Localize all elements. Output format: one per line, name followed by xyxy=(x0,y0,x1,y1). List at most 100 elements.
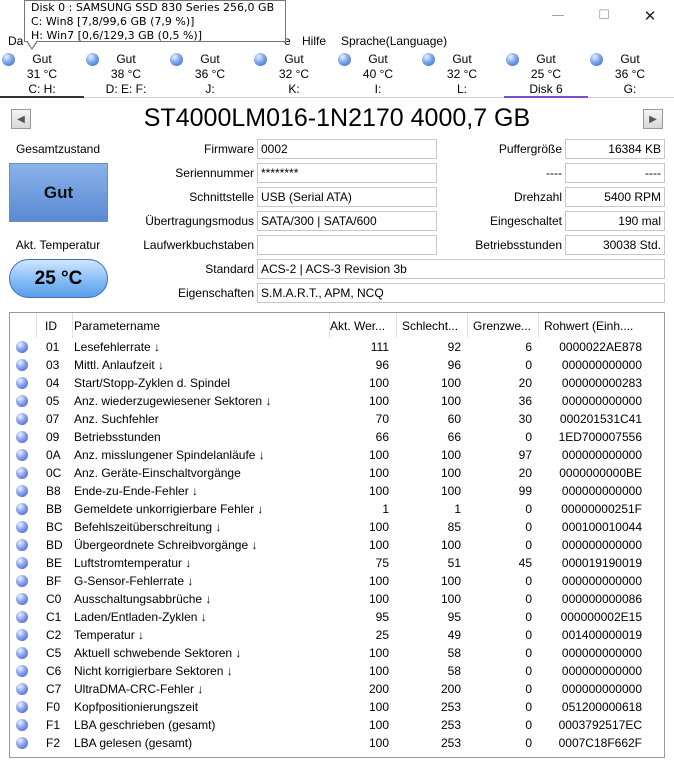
arrow-left-icon[interactable]: ◀ xyxy=(11,109,31,129)
attribute-threshold: 97 xyxy=(518,448,532,462)
attribute-raw-value: 000000000000 xyxy=(561,394,642,408)
attribute-threshold: 36 xyxy=(518,394,532,408)
table-row[interactable]: BF G-Sensor-Fehlerrate ↓ 100 100 0 0000000000… xyxy=(10,572,664,590)
threshold-column-header[interactable]: Grenzwe... xyxy=(468,313,539,338)
current-column-header[interactable]: Akt. Wer... xyxy=(325,313,397,338)
attribute-raw-value: 000000000000 xyxy=(561,448,642,462)
disk-temperature: 32 °C xyxy=(446,67,478,81)
disk-tab[interactable]: Gut 31 °C C: H: xyxy=(0,50,84,98)
health-status-button[interactable]: Gut xyxy=(9,163,108,222)
menu-language[interactable]: Sprache(Language) xyxy=(341,34,447,48)
attribute-name: LBA gelesen (gesamt) xyxy=(74,736,193,750)
disk-letters: Disk 6 xyxy=(529,82,563,96)
power-on-count-field: 190 mal xyxy=(565,211,665,231)
table-row[interactable]: 03 Mittl. Anlaufzeit ↓ 96 96 0 000000000000 xyxy=(10,356,664,374)
table-row[interactable]: BB Gemeldete unkorrigierbare Fehler ↓ 1 1 0 0… xyxy=(10,500,664,518)
temperature-value: 25 °C xyxy=(9,259,108,298)
table-row[interactable]: 04 Start/Stopp-Zyklen d. Spindel 100 100 20 0… xyxy=(10,374,664,392)
disk-letters: D: E: F: xyxy=(105,82,147,96)
table-row[interactable]: B8 Ende-zu-Ende-Fehler ↓ 100 100 99 000000000… xyxy=(10,482,664,500)
attribute-worst: 58 xyxy=(447,664,461,678)
status-good-icon xyxy=(16,359,28,371)
attribute-current: 100 xyxy=(368,376,389,390)
attribute-name: Betriebsstunden xyxy=(74,430,161,444)
table-row[interactable]: F0 Kopfpositionierungszeit 100 253 0 05120000… xyxy=(10,698,664,716)
attribute-threshold: 0 xyxy=(525,610,532,624)
table-row[interactable]: 0A Anz. misslungener Spindelanläufe ↓ 100 1… xyxy=(10,446,664,464)
table-row[interactable]: F1 LBA geschrieben (gesamt) 100 253 0 0003792… xyxy=(10,716,664,734)
worst-column-header[interactable]: Schlecht... xyxy=(397,313,468,338)
table-row[interactable]: 01 Lesefehlerrate ↓ 111 92 6 0000022AE878 xyxy=(10,338,664,356)
power-on-hours-label: Betriebsstunden xyxy=(475,238,562,252)
table-row[interactable]: 05 Anz. wiederzugewiesener Sektoren ↓ 100 1… xyxy=(10,392,664,410)
arrow-right-icon[interactable]: ▶ xyxy=(643,109,663,129)
table-row[interactable]: 09 Betriebsstunden 66 66 0 1ED700007556 xyxy=(10,428,664,446)
attribute-current: 100 xyxy=(368,520,389,534)
disk-tab[interactable]: Gut 32 °C L: xyxy=(420,50,504,98)
table-row[interactable]: C7 UltraDMA-CRC-Fehler ↓ 200 200 0 0000000000… xyxy=(10,680,664,698)
status-good-icon xyxy=(16,611,28,623)
attribute-worst: 100 xyxy=(440,538,461,552)
attribute-current: 111 xyxy=(370,340,389,354)
table-row[interactable]: 07 Anz. Suchfehler 70 60 30 000201531C41 xyxy=(10,410,664,428)
disk-tab[interactable]: Gut 32 °C K: xyxy=(252,50,336,98)
disk-tab[interactable]: Gut 36 °C J: xyxy=(168,50,252,98)
disk-letters: J: xyxy=(205,82,215,96)
attribute-id: 0A xyxy=(46,448,61,462)
table-row[interactable]: F2 LBA gelesen (gesamt) 100 253 0 0007C18F662… xyxy=(10,734,664,752)
close-icon[interactable]: ✕ xyxy=(627,0,673,31)
status-good-icon xyxy=(16,503,28,515)
minimize-icon[interactable]: — xyxy=(535,0,581,31)
table-row[interactable]: BE Luftstromtemperatur ↓ 75 51 45 00001919001… xyxy=(10,554,664,572)
attribute-current: 100 xyxy=(368,448,389,462)
attribute-threshold: 0 xyxy=(525,358,532,372)
table-row[interactable]: C6 Nicht korrigierbare Sektoren ↓ 100 58 0 00… xyxy=(10,662,664,680)
attribute-id: C2 xyxy=(46,628,62,642)
attribute-name: UltraDMA-CRC-Fehler ↓ xyxy=(74,682,204,696)
attribute-raw-value: 000000000000 xyxy=(561,664,642,678)
table-row[interactable]: C5 Aktuell schwebende Sektoren ↓ 100 58 0 000… xyxy=(10,644,664,662)
attribute-raw-value: 0000022AE878 xyxy=(559,340,642,354)
table-row[interactable]: 0C Anz. Geräte-Einschaltvorgänge 100 100 20 0… xyxy=(10,464,664,482)
disk-tab[interactable]: Gut 40 °C I: xyxy=(336,50,420,98)
table-row[interactable]: BD Übergeordnete Schreibvorgänge ↓ 100 100 0… xyxy=(10,536,664,554)
name-column-header[interactable]: Parametername xyxy=(69,313,330,338)
attribute-raw-value: 051200000618 xyxy=(561,700,642,714)
maximize-icon[interactable]: ☐ xyxy=(581,0,627,31)
health-status-label: Gesamtzustand xyxy=(15,142,101,156)
attribute-name: Lesefehlerrate ↓ xyxy=(74,340,161,354)
status-good-icon xyxy=(16,593,28,605)
disk-tab[interactable]: Gut 38 °C D: E: F: xyxy=(84,50,168,98)
table-row[interactable]: C1 Laden/Entladen-Zyklen ↓ 95 95 0 000000002E… xyxy=(10,608,664,626)
attribute-name: Laden/Entladen-Zyklen ↓ xyxy=(74,610,207,624)
table-row[interactable]: BC Befehlszeitüberschreitung ↓ 100 85 0 00010… xyxy=(10,518,664,536)
table-row[interactable]: C2 Temperatur ↓ 25 49 0 001400000019 xyxy=(10,626,664,644)
nv-cache-field: ---- xyxy=(565,163,665,183)
attribute-raw-value: 000000000000 xyxy=(561,574,642,588)
rotation-rate-label: Drehzahl xyxy=(513,190,562,204)
attribute-threshold: 0 xyxy=(525,700,532,714)
attribute-current: 100 xyxy=(368,538,389,552)
menu-file[interactable]: Da xyxy=(8,34,23,48)
menu-help[interactable]: Hilfe xyxy=(302,34,326,48)
status-good-icon xyxy=(16,629,28,641)
attribute-worst: 60 xyxy=(447,412,461,426)
attribute-id: 09 xyxy=(46,430,60,444)
power-on-count-label: Eingeschaltet xyxy=(489,214,562,228)
attribute-worst: 100 xyxy=(440,448,461,462)
disk-status: Gut xyxy=(368,52,388,66)
raw-value-column-header[interactable]: Rohwert (Einh.... xyxy=(539,313,644,338)
attribute-current: 100 xyxy=(368,646,389,660)
table-row[interactable]: C0 Ausschaltungsabbrüche ↓ 100 100 0 00000000… xyxy=(10,590,664,608)
attribute-threshold: 20 xyxy=(518,376,532,390)
status-column-header[interactable] xyxy=(10,313,37,338)
attribute-current: 100 xyxy=(368,574,389,588)
disk-tab-selected[interactable]: Gut 25 °C Disk 6 xyxy=(504,50,588,98)
attribute-raw-value: 000000000000 xyxy=(561,538,642,552)
status-good-icon xyxy=(16,737,28,749)
tooltip-line: Disk 0 : SAMSUNG SSD 830 Series 256,0 GB xyxy=(31,1,275,14)
attribute-threshold: 0 xyxy=(525,574,532,588)
disk-tab[interactable]: Gut 36 °C G: xyxy=(588,50,672,98)
attribute-id: BB xyxy=(46,502,63,516)
transfer-mode-label: Übertragungsmodus xyxy=(145,214,254,228)
